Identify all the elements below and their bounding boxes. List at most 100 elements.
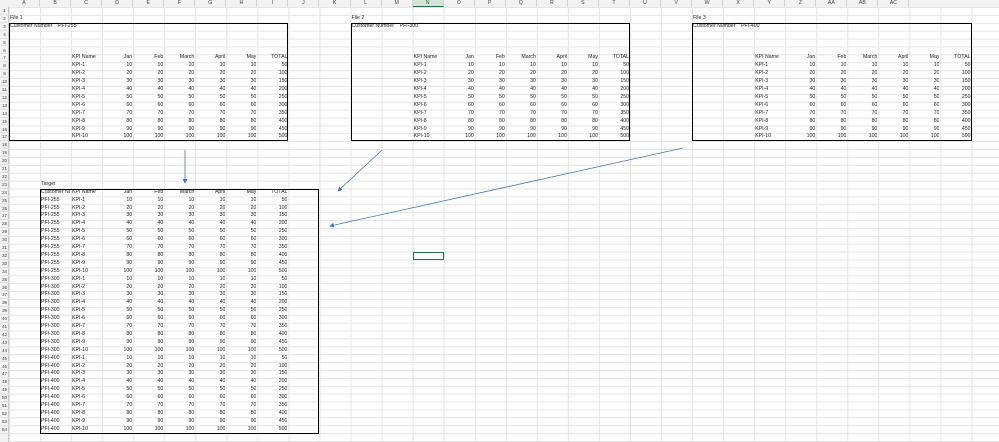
kpi-value: 150 bbox=[278, 78, 288, 85]
kpi-value: 80 bbox=[933, 117, 940, 124]
kpi-value: 90 bbox=[157, 338, 164, 345]
kpi-value: 90 bbox=[157, 259, 164, 266]
kpi-value: 80 bbox=[902, 117, 909, 124]
kpi-value: 10 bbox=[592, 62, 598, 69]
kpi-value: 100 bbox=[899, 133, 909, 140]
kpi-value: 10 bbox=[126, 196, 133, 203]
kpi-name: KPI-8 bbox=[413, 117, 427, 124]
active-cell[interactable] bbox=[412, 251, 444, 260]
kpi-value: 20 bbox=[219, 362, 226, 369]
kpi-name: KPI-7 bbox=[413, 109, 427, 116]
table-header: KPI Name bbox=[72, 188, 96, 195]
customer-number: PFI-300 bbox=[41, 338, 60, 345]
table-header: April bbox=[214, 188, 226, 195]
kpi-value: 70 bbox=[809, 109, 816, 116]
kpi-name: KPI-5 bbox=[72, 228, 86, 235]
kpi-value: 150 bbox=[961, 78, 971, 85]
kpi-name: KPI-8 bbox=[72, 117, 86, 124]
kpi-value: 20 bbox=[188, 70, 195, 77]
kpi-value: 20 bbox=[157, 283, 164, 290]
kpi-value: 20 bbox=[219, 283, 226, 290]
arrow-file2-to-target bbox=[337, 149, 383, 192]
kpi-value: 30 bbox=[250, 78, 257, 85]
kpi-value: 100 bbox=[806, 133, 816, 140]
kpi-value: 20 bbox=[157, 362, 164, 369]
kpi-value: 40 bbox=[126, 220, 133, 227]
kpi-value: 350 bbox=[961, 109, 971, 116]
kpi-value: 30 bbox=[126, 78, 133, 85]
kpi-value: 10 bbox=[188, 196, 195, 203]
kpi-value: 20 bbox=[188, 204, 195, 211]
table-header: April bbox=[214, 54, 226, 61]
kpi-value: 100 bbox=[278, 70, 288, 77]
customer-number-value: PFI-255 bbox=[58, 22, 77, 29]
kpi-value: 200 bbox=[278, 378, 288, 385]
kpi-value: 450 bbox=[278, 259, 288, 266]
kpi-name: KPI-2 bbox=[72, 204, 86, 211]
kpi-value: 30 bbox=[250, 370, 257, 377]
kpi-value: 20 bbox=[188, 362, 195, 369]
kpi-value: 20 bbox=[561, 70, 567, 77]
kpi-value: 450 bbox=[620, 125, 629, 132]
kpi-value: 50 bbox=[623, 62, 629, 69]
kpi-value: 150 bbox=[278, 370, 288, 377]
kpi-value: 40 bbox=[188, 220, 195, 227]
kpi-value: 30 bbox=[188, 78, 195, 85]
kpi-value: 30 bbox=[530, 78, 536, 85]
kpi-value: 80 bbox=[561, 117, 567, 124]
kpi-value: 40 bbox=[126, 299, 133, 306]
kpi-value: 80 bbox=[126, 409, 133, 416]
kpi-value: 20 bbox=[126, 70, 133, 77]
kpi-value: 50 bbox=[964, 62, 971, 69]
customer-number: PFI-300 bbox=[41, 283, 60, 290]
kpi-value: 400 bbox=[278, 117, 288, 124]
kpi-value: 70 bbox=[250, 244, 257, 250]
kpi-value: 60 bbox=[250, 101, 257, 108]
kpi-value: 60 bbox=[126, 315, 133, 322]
customer-number: PFI-255 bbox=[41, 228, 60, 235]
kpi-value: 350 bbox=[278, 323, 288, 329]
kpi-value: 100 bbox=[465, 133, 474, 140]
kpi-value: 70 bbox=[188, 244, 195, 250]
table-header: March bbox=[862, 54, 878, 61]
kpi-value: 400 bbox=[278, 409, 288, 416]
customer-number: PFI-400 bbox=[41, 409, 60, 416]
kpi-value: 10 bbox=[219, 275, 226, 282]
kpi-name: KPI-1 bbox=[413, 62, 427, 69]
kpi-value: 80 bbox=[250, 409, 257, 416]
kpi-value: 50 bbox=[250, 307, 257, 314]
kpi-value: 10 bbox=[561, 62, 567, 69]
kpi-name: KPI-8 bbox=[72, 330, 86, 337]
kpi-value: 50 bbox=[157, 307, 164, 314]
kpi-value: 60 bbox=[219, 315, 226, 322]
kpi-value: 30 bbox=[933, 78, 940, 85]
kpi-value: 100 bbox=[123, 425, 133, 432]
kpi-value: 500 bbox=[278, 267, 288, 274]
kpi-name: KPI-4 bbox=[72, 86, 86, 92]
kpi-value: 10 bbox=[188, 275, 195, 282]
customer-number: PFI-255 bbox=[41, 259, 60, 266]
kpi-value: 90 bbox=[188, 259, 195, 266]
kpi-name: KPI-6 bbox=[72, 236, 86, 243]
table-header: May bbox=[929, 54, 940, 61]
customer-number-value: PFI-300 bbox=[399, 22, 418, 29]
kpi-value: 40 bbox=[157, 378, 164, 385]
kpi-value: 100 bbox=[620, 70, 629, 77]
kpi-value: 90 bbox=[809, 125, 816, 132]
kpi-value: 90 bbox=[157, 125, 164, 132]
kpi-value: 10 bbox=[809, 62, 816, 69]
kpi-name: KPI-3 bbox=[72, 78, 86, 85]
kpi-value: 400 bbox=[961, 117, 971, 124]
kpi-value: 60 bbox=[126, 236, 133, 243]
kpi-value: 60 bbox=[188, 315, 195, 322]
target-title: Target bbox=[41, 180, 56, 187]
kpi-value: 20 bbox=[126, 362, 133, 369]
kpi-value: 90 bbox=[126, 125, 133, 132]
kpi-value: 70 bbox=[467, 109, 474, 116]
kpi-value: 90 bbox=[219, 259, 226, 266]
kpi-value: 450 bbox=[278, 125, 288, 132]
kpi-value: 50 bbox=[126, 93, 133, 100]
kpi-value: 80 bbox=[499, 117, 505, 124]
kpi-value: 10 bbox=[126, 275, 133, 282]
kpi-value: 40 bbox=[188, 378, 195, 385]
